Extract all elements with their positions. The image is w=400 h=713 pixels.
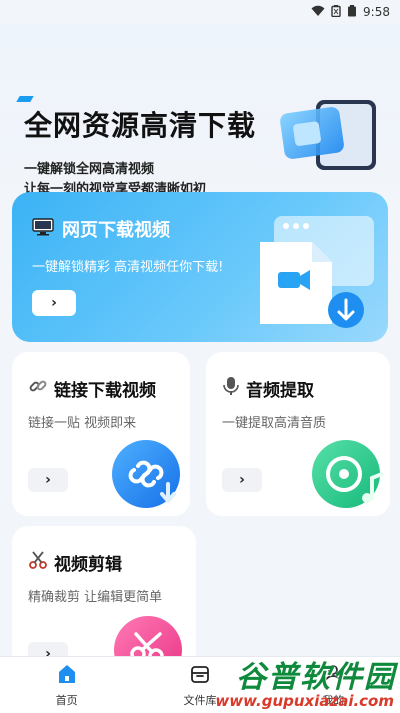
tab-home[interactable]: 首页 xyxy=(0,657,133,713)
folder-icon xyxy=(189,663,211,688)
link-download-title: 链接下载视频 xyxy=(54,381,156,401)
web-download-title-row: 网页下载视频 xyxy=(32,216,170,242)
web-download-card[interactable]: 网页下载视频 一键解锁精彩 高清视频任你下载! › xyxy=(12,192,388,342)
video-edit-title: 视频剪辑 xyxy=(54,555,122,575)
microphone-icon xyxy=(222,376,240,401)
link-download-title-row: 链接下载视频 xyxy=(28,376,156,401)
home-icon xyxy=(56,663,78,688)
link-download-subtitle: 链接一贴 视频即来 xyxy=(28,416,137,431)
link-icon xyxy=(28,376,48,401)
audio-extract-go-button[interactable]: › xyxy=(222,468,262,492)
hero-subtitle-1: 一键解锁全网高清视频 xyxy=(24,162,155,177)
audio-extract-title-row: 音频提取 xyxy=(222,376,314,401)
tab-profile-label: 我的 xyxy=(322,693,345,707)
battery-icon xyxy=(347,4,357,20)
user-icon xyxy=(322,663,344,688)
phone-illustration-icon xyxy=(276,92,386,182)
video-edit-subtitle: 精确裁剪 让编辑更简单 xyxy=(28,590,163,605)
web-download-subtitle: 一键解锁精彩 高清视频任你下载! xyxy=(32,260,224,275)
link-download-illustration-icon xyxy=(110,434,190,514)
link-download-card[interactable]: 链接下载视频 链接一贴 视频即来 › xyxy=(12,352,190,516)
scissors-icon xyxy=(28,550,48,575)
status-time: 9:58 xyxy=(363,5,390,19)
web-download-go-button[interactable]: › xyxy=(32,290,76,316)
tab-home-label: 首页 xyxy=(55,693,78,707)
wifi-icon xyxy=(311,5,325,20)
audio-extract-card[interactable]: 音频提取 一键提取高清音质 › xyxy=(206,352,390,516)
bottom-tab-bar: 首页 文件库 我的 xyxy=(0,656,400,713)
audio-extract-title: 音频提取 xyxy=(246,381,314,401)
tab-file-library-label: 文件库 xyxy=(183,693,217,707)
battery-saver-icon xyxy=(331,4,341,20)
monitor-icon xyxy=(32,217,54,241)
video-edit-title-row: 视频剪辑 xyxy=(28,550,122,575)
tab-file-library[interactable]: 文件库 xyxy=(133,657,266,713)
web-download-title: 网页下载视频 xyxy=(62,220,170,241)
status-bar: 9:58 xyxy=(0,0,400,24)
tab-profile[interactable]: 我的 xyxy=(267,657,400,713)
video-download-illustration-icon xyxy=(254,212,382,332)
link-download-go-button[interactable]: › xyxy=(28,468,68,492)
audio-extract-illustration-icon xyxy=(310,434,390,514)
audio-extract-subtitle: 一键提取高清音质 xyxy=(222,416,327,431)
hero-title: 全网资源高清下载 xyxy=(24,109,257,142)
